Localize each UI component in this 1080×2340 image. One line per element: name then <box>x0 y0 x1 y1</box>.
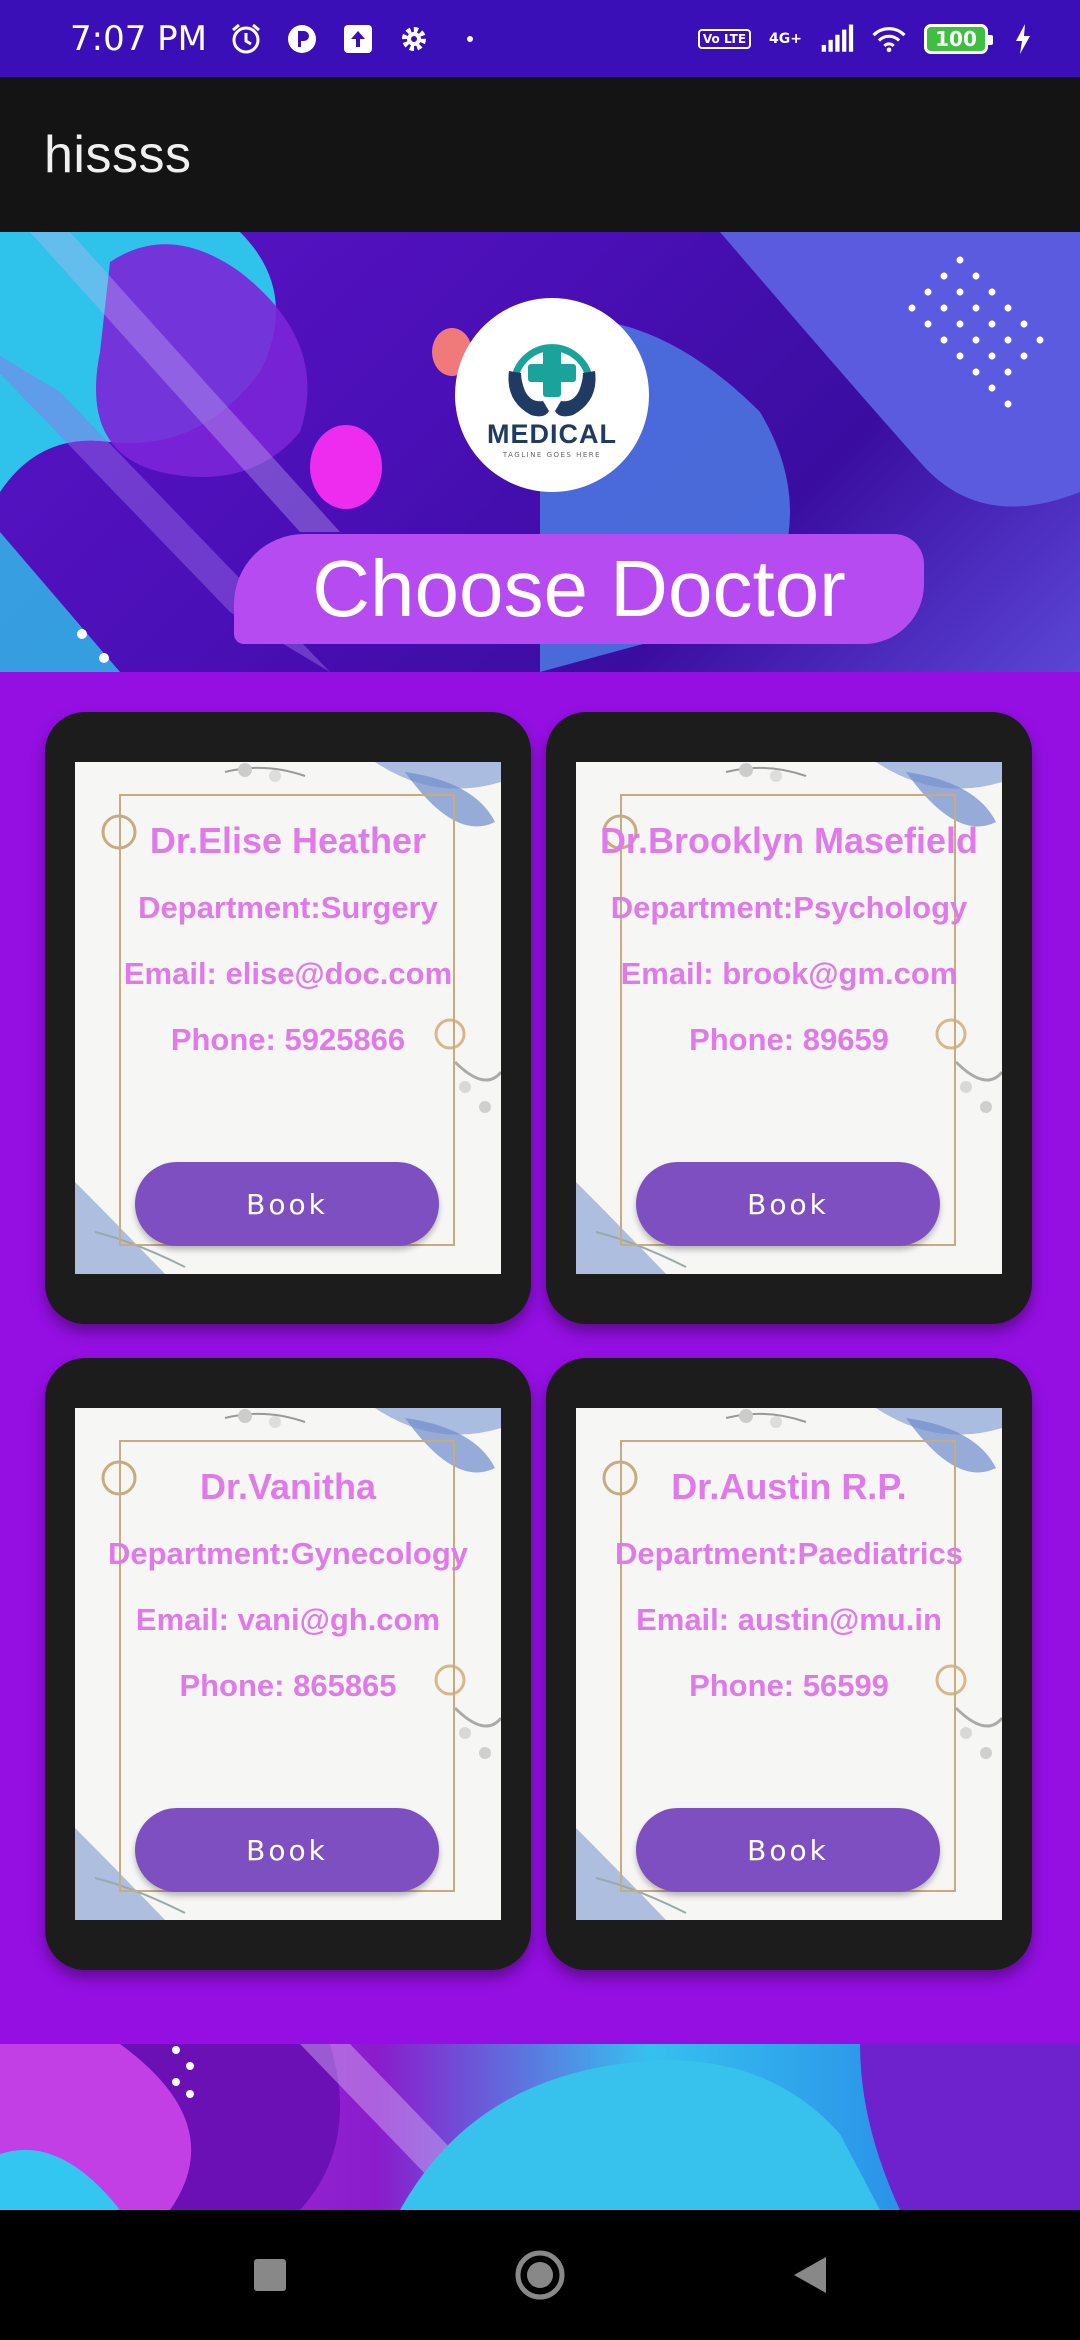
alarm-icon <box>229 22 263 56</box>
book-button[interactable]: Book <box>135 1162 439 1246</box>
status-time: 7:07 PM <box>70 18 207 59</box>
recents-button[interactable] <box>240 2245 300 2305</box>
card-floral-panel: Dr.Elise Heather Department:Surgery Emai… <box>75 762 501 1274</box>
doctor-name: Dr.Elise Heather <box>149 820 427 861</box>
back-button[interactable] <box>780 2245 840 2305</box>
doctor-email: Email: austin@mu.in <box>636 1602 942 1637</box>
doctor-department: Department:Surgery <box>138 890 438 925</box>
doctor-email: Email: vani@gh.com <box>135 1602 441 1637</box>
logo-tagline: TAGLINE GOES HERE <box>502 451 602 459</box>
doctor-card: Dr.Vanitha Department:Gynecology Email: … <box>45 1358 531 1970</box>
medical-logo: MEDICAL TAGLINE GOES HERE <box>455 298 649 492</box>
doctor-department: Department:Paediatrics <box>614 1536 963 1571</box>
app-notification-icon <box>285 22 319 56</box>
card-floral-panel: Dr.Vanitha Department:Gynecology Email: … <box>75 1408 501 1920</box>
footer-decoration <box>0 2044 1080 2210</box>
doctor-email: Email: brook@gm.com <box>620 956 958 991</box>
footer-banner <box>0 2044 1080 2210</box>
book-button[interactable]: Book <box>135 1808 439 1892</box>
app-title: hissss <box>44 125 192 184</box>
home-circle-icon <box>515 2250 565 2300</box>
status-left: 7:07 PM <box>70 19 487 59</box>
status-bar: 7:07 PM Vo LTE 4G+ 100 <box>0 0 1080 77</box>
battery-indicator: 100 <box>924 23 993 54</box>
choose-doctor-pill: Choose Doctor <box>234 534 924 644</box>
system-nav-bar <box>0 2210 1080 2340</box>
doctor-phone: Phone: 56599 <box>689 1668 889 1703</box>
back-triangle-icon <box>794 2257 826 2293</box>
dot-icon <box>453 22 487 56</box>
wifi-icon <box>872 22 906 56</box>
doctor-phone: Phone: 89659 <box>689 1022 889 1057</box>
doctor-phone: Phone: 5925866 <box>170 1022 406 1057</box>
app-bar: hissss <box>0 77 1080 232</box>
doctor-name: Dr.Austin R.P. <box>671 1466 907 1507</box>
doctor-card: Dr.Brooklyn Masefield Department:Psychol… <box>546 712 1032 1324</box>
book-button[interactable]: Book <box>636 1808 940 1892</box>
medical-cross-hands-icon <box>508 344 596 417</box>
card-floral-panel: Dr.Austin R.P. Department:Paediatrics Em… <box>576 1408 1002 1920</box>
network-type: 4G+ <box>769 30 802 47</box>
status-right: Vo LTE 4G+ 100 <box>697 22 1040 56</box>
doctor-email: Email: elise@doc.com <box>123 956 453 991</box>
upload-icon <box>341 22 375 56</box>
doctor-name: Dr.Brooklyn Masefield <box>599 820 979 861</box>
card-floral-panel: Dr.Brooklyn Masefield Department:Psychol… <box>576 762 1002 1274</box>
recents-square-icon <box>254 2259 286 2291</box>
choose-doctor-heading: Choose Doctor <box>312 544 846 633</box>
doctor-name: Dr.Vanitha <box>199 1466 377 1507</box>
doctor-department: Department:Psychology <box>610 890 968 925</box>
volte-badge: Vo LTE <box>697 28 752 49</box>
home-button[interactable] <box>510 2245 570 2305</box>
charging-bolt-icon <box>1006 22 1040 56</box>
signal-icon <box>820 22 854 56</box>
doctor-card: Dr.Elise Heather Department:Surgery Emai… <box>45 712 531 1324</box>
settings-gear-icon <box>397 22 431 56</box>
doctor-card: Dr.Austin R.P. Department:Paediatrics Em… <box>546 1358 1032 1970</box>
header-banner: MEDICAL TAGLINE GOES HERE Choose Doctor <box>0 232 1080 672</box>
logo-wordmark: MEDICAL <box>487 419 617 449</box>
doctor-department: Department:Gynecology <box>107 1536 468 1571</box>
doctor-phone: Phone: 865865 <box>179 1668 397 1703</box>
book-button[interactable]: Book <box>636 1162 940 1246</box>
doctor-grid: Dr.Elise Heather Department:Surgery Emai… <box>0 672 1080 2044</box>
